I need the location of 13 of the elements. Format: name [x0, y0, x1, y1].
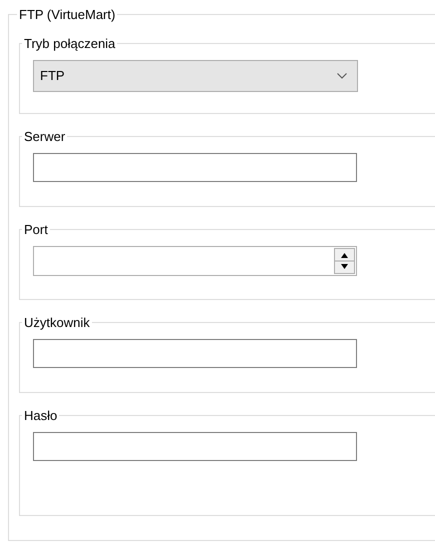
- group-label: Tryb połączenia: [23, 34, 116, 53]
- input-field[interactable]: [33, 432, 357, 461]
- group-label: Port: [23, 220, 49, 238]
- number-field[interactable]: [33, 246, 357, 276]
- input-field[interactable]: [33, 339, 357, 368]
- input-field[interactable]: [33, 153, 357, 182]
- group-label: Serwer: [23, 128, 66, 146]
- group-label: Hasło: [23, 406, 58, 424]
- panel-title: FTP (VirtueMart): [18, 6, 116, 24]
- group-label: Użytkownik: [23, 314, 91, 332]
- connection-dropdown[interactable]: FTP: [33, 60, 358, 92]
- spinner-arrows-icon: [334, 248, 355, 274]
- chevron-down-icon: [337, 73, 347, 79]
